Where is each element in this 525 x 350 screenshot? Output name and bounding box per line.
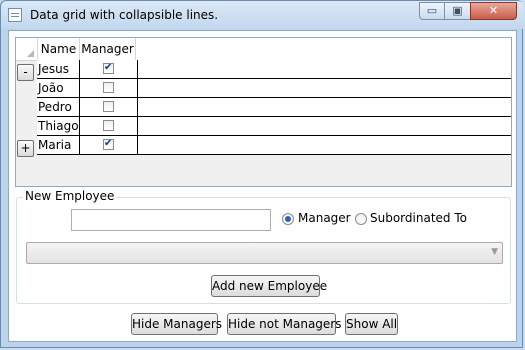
title-bar[interactable]: Data grid with collapsible lines. ▭ ▣ ✕ xyxy=(1,1,524,29)
grid-rows: JesusJoãoPedroThiagoMaria xyxy=(37,60,511,155)
table-row[interactable]: Jesus xyxy=(37,60,511,79)
hide-not-managers-button[interactable]: Hide not Managers xyxy=(227,313,342,335)
manager-cell[interactable] xyxy=(79,60,138,78)
manager-cell[interactable] xyxy=(79,98,138,116)
hide-managers-button[interactable]: Hide Managers xyxy=(131,313,222,335)
manager-cell[interactable] xyxy=(79,79,138,97)
add-new-employee-button[interactable]: Add new Employee xyxy=(211,275,327,297)
collapse-button[interactable]: - xyxy=(17,64,34,81)
manager-checkbox[interactable] xyxy=(103,120,114,131)
manager-checkbox[interactable] xyxy=(103,101,114,112)
column-header-name[interactable]: Name xyxy=(37,38,79,60)
expand-button[interactable]: + xyxy=(17,140,34,157)
manager-cell[interactable] xyxy=(79,117,138,135)
employee-name-cell[interactable]: Jesus xyxy=(38,60,78,78)
column-header-manager[interactable]: Manager xyxy=(79,38,136,60)
maximize-button[interactable]: ▣ xyxy=(444,2,471,20)
chevron-down-icon[interactable]: ▼ xyxy=(491,247,498,257)
subordinated-radio-label[interactable]: Subordinated To xyxy=(370,211,467,225)
new-employee-title: New Employee xyxy=(23,189,117,203)
new-employee-group: New Employee Manager Subordinated To ▼ A… xyxy=(16,189,511,304)
manager-radio[interactable] xyxy=(282,213,294,225)
minimize-button[interactable]: ▭ xyxy=(419,2,445,20)
window-title: Data grid with collapsible lines. xyxy=(30,8,219,22)
subordinated-radio[interactable] xyxy=(355,213,367,225)
close-button[interactable]: ✕ xyxy=(470,2,517,20)
table-row[interactable]: Thiago xyxy=(37,117,511,136)
main-window: Data grid with collapsible lines. ▭ ▣ ✕ … xyxy=(0,0,524,348)
select-all-corner[interactable] xyxy=(16,38,37,60)
manager-checkbox[interactable] xyxy=(103,62,114,74)
employee-data-grid[interactable]: Name Manager JesusJoãoPedroThiagoMaria -… xyxy=(15,37,512,187)
subordinated-to-combobox[interactable]: ▼ xyxy=(26,242,503,264)
table-row[interactable]: Pedro xyxy=(37,98,511,117)
table-row[interactable]: João xyxy=(37,79,511,98)
employee-name-cell[interactable]: Thiago xyxy=(38,117,79,135)
employee-name-cell[interactable]: Maria xyxy=(38,136,78,154)
grid-header: Name Manager xyxy=(16,38,511,61)
show-all-button[interactable]: Show All xyxy=(345,313,398,335)
employee-name-cell[interactable]: João xyxy=(38,79,78,97)
manager-cell[interactable] xyxy=(79,136,138,154)
table-row[interactable]: Maria xyxy=(37,136,511,155)
window-icon xyxy=(8,8,22,22)
employee-name-input[interactable] xyxy=(71,209,271,231)
manager-radio-label[interactable]: Manager xyxy=(298,211,351,225)
manager-checkbox[interactable] xyxy=(103,138,114,150)
employee-name-cell[interactable]: Pedro xyxy=(38,98,78,116)
manager-checkbox[interactable] xyxy=(103,82,114,93)
window-content: Name Manager JesusJoãoPedroThiagoMaria -… xyxy=(8,30,517,342)
